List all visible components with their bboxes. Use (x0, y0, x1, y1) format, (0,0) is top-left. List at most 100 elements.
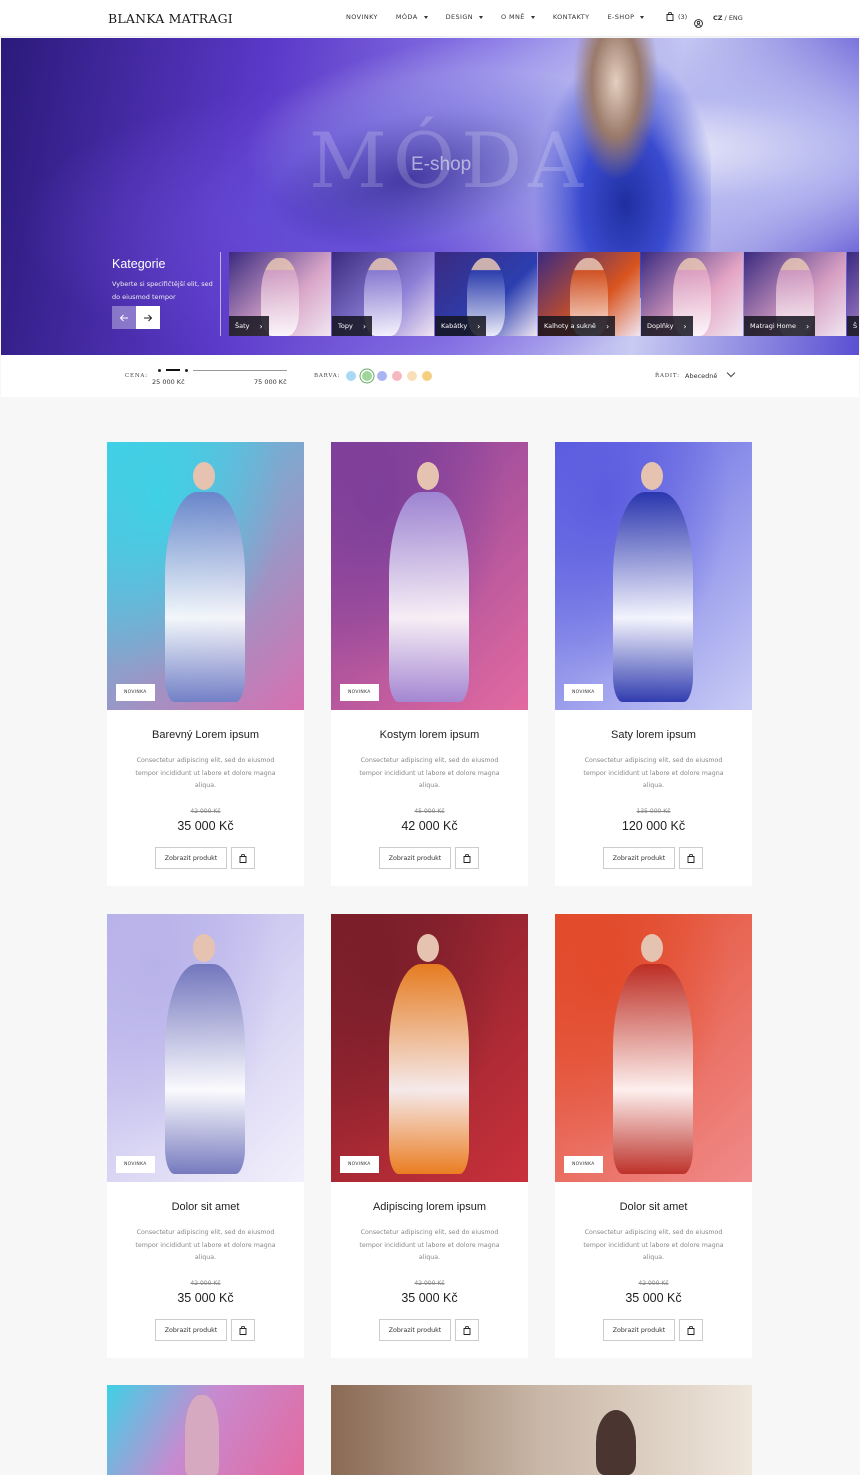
chevron-down-icon (530, 15, 535, 19)
new-badge: NOVINKA (340, 684, 379, 701)
product-card: NOVINKA Dolor sit amet Consectetur adipi… (555, 914, 752, 1358)
user-account-icon[interactable] (694, 13, 703, 32)
product-image[interactable]: NOVINKA (331, 914, 528, 1182)
language-switcher: CZ / ENG (713, 14, 743, 22)
price-slider-max-handle[interactable] (185, 369, 188, 372)
category-tile[interactable]: Kalhoty a sukně › (538, 252, 640, 336)
category-label: Šaty › (229, 316, 269, 336)
color-filter-label: BARVA: (314, 373, 341, 379)
model-dress (613, 492, 693, 702)
product-title[interactable]: Adipiscing lorem ipsum (331, 1201, 528, 1213)
color-swatch-yellow[interactable] (422, 371, 432, 381)
product-old-price: 45 000 Kč (414, 808, 445, 815)
show-product-button[interactable]: Zobrazit produkt (379, 847, 451, 869)
model-figure (596, 1410, 636, 1475)
product-image[interactable]: NOVINKA (331, 442, 528, 710)
product-description: Consectetur adipiscing elit, sed do eius… (359, 757, 500, 789)
show-product-button[interactable]: Zobrazit produkt (379, 1319, 451, 1341)
product-title[interactable]: Kostym lorem ipsum (331, 729, 528, 741)
show-product-button[interactable]: Zobrazit produkt (603, 1319, 675, 1341)
add-to-cart-button[interactable] (455, 847, 479, 869)
model-dress (165, 492, 245, 702)
product-title[interactable]: Saty lorem ipsum (555, 729, 752, 741)
price-slider-min-handle[interactable] (158, 369, 161, 372)
add-to-cart-button[interactable] (455, 1319, 479, 1341)
category-label-text: Š (853, 322, 858, 330)
product-image[interactable]: NOVINKA (107, 442, 304, 710)
new-badge: NOVINKA (340, 1156, 379, 1173)
new-badge: NOVINKA (564, 1156, 603, 1173)
color-swatch-periwinkle[interactable] (377, 371, 387, 381)
add-to-cart-button[interactable] (231, 847, 255, 869)
category-carousel: Šaty › Topy › Kabátky › Kalhoty a sukně › Doplňk… (229, 252, 859, 336)
nav-item-o-mne[interactable]: O MNĚ (501, 13, 535, 21)
cart-count: (3) (678, 12, 688, 21)
main-nav: NOVINKY MÓDA DESIGN O MNĚ KONTAKTY E-SHO… (346, 13, 662, 21)
model-head (641, 462, 663, 490)
hero-subheading: E-shop (411, 154, 472, 175)
product-old-price: 42 000 Kč (414, 1280, 445, 1287)
shopping-bag-icon (463, 1325, 471, 1335)
category-tile[interactable]: Kabátky › (435, 252, 537, 336)
product-description: Consectetur adipiscing elit, sed do eius… (583, 757, 724, 789)
add-to-cart-button[interactable] (231, 1319, 255, 1341)
price-slider-range (166, 369, 180, 371)
product-image[interactable]: NOVINKA (555, 442, 752, 710)
color-swatch-light-blue[interactable] (346, 371, 356, 381)
category-description: Vyberte si specifičtější elit, sed do ei… (112, 280, 213, 301)
price-slider-track[interactable] (193, 370, 287, 371)
promo-banner-partial[interactable] (331, 1385, 752, 1475)
show-product-button[interactable]: Zobrazit produkt (155, 1319, 227, 1341)
product-card: NOVINKA Saty lorem ipsum Consectetur adi… (555, 442, 752, 886)
lang-eng[interactable]: ENG (729, 14, 743, 22)
nav-item-moda[interactable]: MÓDA (396, 13, 428, 21)
nav-item-novinky[interactable]: NOVINKY (346, 13, 378, 21)
add-to-cart-button[interactable] (679, 847, 703, 869)
product-image[interactable]: NOVINKA (555, 914, 752, 1182)
cart-button[interactable]: (3) (666, 12, 687, 21)
color-swatch-pink[interactable] (392, 371, 402, 381)
carousel-next-button[interactable] (136, 306, 160, 329)
category-label: Topy › (332, 316, 373, 336)
nav-item-eshop[interactable]: E-SHOP (608, 13, 645, 21)
add-to-cart-button[interactable] (679, 1319, 703, 1341)
product-price: 35 000 Kč (401, 1291, 458, 1305)
shopping-bag-icon (687, 853, 695, 863)
shopping-bag-icon (666, 12, 674, 21)
show-product-button[interactable]: Zobrazit produkt (155, 847, 227, 869)
carousel-prev-button[interactable] (112, 306, 136, 329)
category-tile[interactable]: Doplňky › (641, 252, 743, 336)
product-price: 42 000 Kč (401, 819, 458, 833)
product-description: Consectetur adipiscing elit, sed do eius… (359, 1229, 500, 1261)
product-price: 35 000 Kč (177, 1291, 234, 1305)
new-badge: NOVINKA (564, 684, 603, 701)
nav-item-kontakty[interactable]: KONTAKTY (553, 13, 590, 21)
show-product-button[interactable]: Zobrazit produkt (603, 847, 675, 869)
category-tile[interactable]: Š (847, 252, 859, 336)
chevron-down-icon[interactable] (726, 368, 736, 378)
category-label: Doplňky › (641, 316, 693, 336)
price-min-value: 25 000 Kč (152, 378, 185, 386)
site-logo[interactable]: BLANKA MATRAGI (108, 11, 233, 26)
product-old-price: 42 000 Kč (190, 808, 221, 815)
color-swatch-peach[interactable] (407, 371, 417, 381)
product-image-partial[interactable] (107, 1385, 304, 1475)
product-image[interactable]: NOVINKA (107, 914, 304, 1182)
shopping-bag-icon (463, 853, 471, 863)
sort-select[interactable]: Abecedně (685, 372, 717, 380)
product-title[interactable]: Barevný Lorem ipsum (107, 729, 304, 741)
product-title[interactable]: Dolor sit amet (107, 1201, 304, 1213)
model-dress (389, 492, 469, 702)
category-tile[interactable]: Matragi Home › (744, 252, 846, 336)
category-tile[interactable]: Topy › (332, 252, 434, 336)
product-title[interactable]: Dolor sit amet (555, 1201, 752, 1213)
nav-item-design[interactable]: DESIGN (446, 13, 484, 21)
color-swatch-green[interactable] (362, 371, 372, 381)
shopping-bag-icon (239, 853, 247, 863)
shopping-bag-icon (239, 1325, 247, 1335)
model-dress (613, 964, 693, 1174)
chevron-right-icon: › (605, 321, 610, 331)
chevron-right-icon: › (477, 321, 481, 331)
category-tile[interactable]: Šaty › (229, 252, 331, 336)
new-badge: NOVINKA (116, 1156, 155, 1173)
